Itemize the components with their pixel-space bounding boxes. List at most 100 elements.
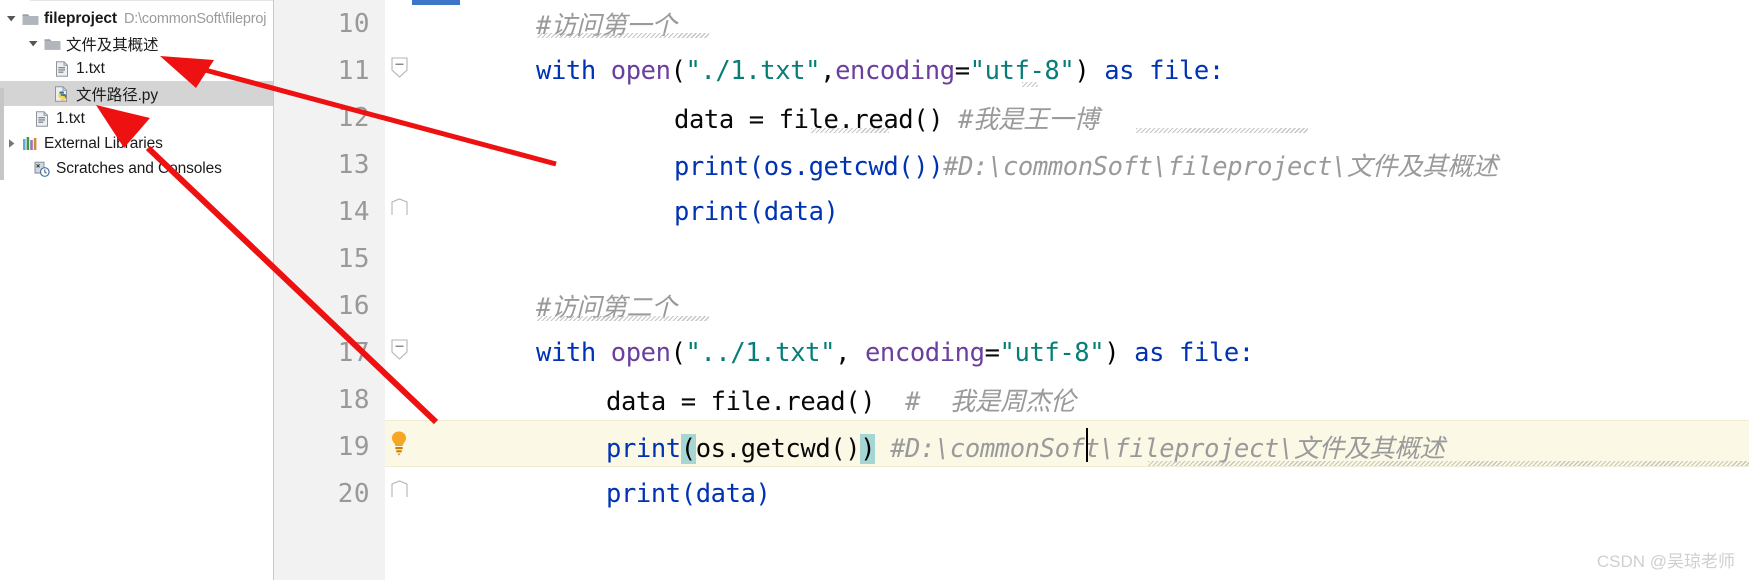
editor-line-17[interactable]: 17 with open("../1.txt", encoding="utf-8… xyxy=(274,329,1749,376)
line-number: 17 xyxy=(337,337,370,368)
ide-window: fileproject D:\commonSoft\fileproj 文件及其概… xyxy=(0,0,1749,580)
intention-bulb-icon[interactable] xyxy=(388,430,410,456)
fold-toggle-icon[interactable] xyxy=(391,339,408,360)
line-code: data = file.read() # 我是周杰伦 xyxy=(606,381,1076,418)
tree-item-fileproject[interactable]: fileproject D:\commonSoft\fileproj xyxy=(0,6,273,31)
tree-item-label: Scratches and Consoles xyxy=(56,159,222,177)
python-file-icon xyxy=(52,85,72,102)
chevron-down-icon[interactable] xyxy=(2,13,20,24)
inline-comment: #D:\commonSoft\fileproject\文件及其概述 xyxy=(943,152,1498,182)
line-number: 20 xyxy=(337,478,370,509)
weak-warning-squiggle xyxy=(537,33,709,38)
stmt-print: print xyxy=(606,434,681,464)
folder-icon xyxy=(20,12,40,26)
editor-line-18[interactable]: 18 data = file.read() # 我是周杰伦 xyxy=(274,376,1749,423)
paren-open: ( xyxy=(670,55,686,86)
paren-open: ( xyxy=(670,337,686,368)
weak-warning-squiggle xyxy=(1148,461,1749,466)
text-file-icon xyxy=(52,60,72,77)
line-number: 19 xyxy=(337,431,370,462)
fold-end-icon[interactable] xyxy=(391,480,408,501)
stmt-print: print(data) xyxy=(606,478,771,509)
stmt: data = file.read() xyxy=(606,387,876,417)
tree-item-label: 1.txt xyxy=(56,109,85,127)
tree-item-scratches[interactable]: Scratches and Consoles xyxy=(0,156,273,181)
str-path: "../1.txt" xyxy=(685,337,836,368)
line-code: print(data) xyxy=(606,478,771,509)
chevron-right-icon[interactable] xyxy=(2,138,20,149)
editor-line-20[interactable]: 20 print(data) xyxy=(274,470,1749,517)
fn-open: open xyxy=(610,55,671,86)
kw-as: as xyxy=(1134,337,1165,368)
line-number: 18 xyxy=(337,384,370,415)
chevron-down-icon[interactable] xyxy=(24,38,42,49)
tree-item-path: D:\commonSoft\fileproj xyxy=(123,10,267,27)
stmt-print: print(data) xyxy=(674,196,839,227)
stmt: data = file.read() xyxy=(674,105,944,135)
tree-scrollbar-thumb[interactable] xyxy=(0,88,4,180)
editor-line-15[interactable]: 15 xyxy=(274,235,1749,282)
tree-item-python-file[interactable]: 文件路径.py xyxy=(0,81,273,106)
fn-open: open xyxy=(610,337,671,368)
line-number: 15 xyxy=(337,243,370,274)
editor-line-11[interactable]: 11 with open("./1.txt",encoding="utf-8")… xyxy=(274,47,1749,94)
line-number: 10 xyxy=(337,8,370,39)
line-number: 11 xyxy=(337,55,370,86)
equals: = xyxy=(984,337,1000,368)
comma: , xyxy=(835,337,851,368)
line-number: 14 xyxy=(337,196,370,227)
line-code: print(os.getcwd())#D:\commonSoft\filepro… xyxy=(674,146,1498,183)
tree-item-1txt-outer[interactable]: 1.txt xyxy=(0,106,273,131)
editor-line-14[interactable]: 14 print(data) xyxy=(274,188,1749,235)
editor-line-12[interactable]: 12 data = file.read() #我是王一博 xyxy=(274,94,1749,141)
line-code: with open("./1.txt",encoding="utf-8") as… xyxy=(536,56,1224,86)
kw-with: with xyxy=(536,55,596,86)
str-path: "./1.txt" xyxy=(685,55,821,86)
var-file: file: xyxy=(1178,337,1254,368)
tree-item-label: External Libraries xyxy=(44,134,163,152)
inline-comment: #我是王一博 xyxy=(958,105,1099,135)
inline-comment: #D:\commonSoft\fileproject\文件及其概述 xyxy=(890,434,1445,464)
stmt-print: print(os.getcwd()) xyxy=(674,152,944,182)
equals: = xyxy=(954,55,970,86)
str-encoding: "utf-8" xyxy=(969,55,1075,86)
weak-warning-squiggle xyxy=(811,128,889,133)
tree-item-label: 1.txt xyxy=(76,59,105,77)
code-editor[interactable]: 10 #访问第一个 11 with open("./1.txt",encodin… xyxy=(274,0,1749,580)
call-inner: os.getcwd() xyxy=(695,434,861,464)
line-number: 16 xyxy=(337,290,370,321)
weak-warning-squiggle xyxy=(537,316,709,321)
folder-icon xyxy=(42,37,62,51)
panel-divider xyxy=(30,0,273,1)
text-file-icon xyxy=(32,110,52,127)
inline-comment: # 我是周杰伦 xyxy=(905,387,1076,417)
editor-line-13[interactable]: 13 print(os.getcwd())#D:\commonSoft\file… xyxy=(274,141,1749,188)
libraries-icon xyxy=(20,136,40,151)
kw-with: with xyxy=(536,337,596,368)
line-code: print(os.getcwd()) #D:\commonSoft\filepr… xyxy=(606,428,1445,465)
tree-item-1txt-inner[interactable]: 1.txt xyxy=(0,56,273,81)
tree-item-label: fileproject xyxy=(44,9,117,27)
project-tree-panel: fileproject D:\commonSoft\fileproj 文件及其概… xyxy=(0,0,274,580)
editor-line-16[interactable]: 16 #访问第二个 xyxy=(274,282,1749,329)
fold-toggle-icon[interactable] xyxy=(391,57,408,78)
text-caret xyxy=(1086,428,1088,462)
editor-line-10[interactable]: 10 #访问第一个 xyxy=(274,0,1749,47)
line-number: 13 xyxy=(337,149,370,180)
fold-end-icon[interactable] xyxy=(391,198,408,219)
comma: , xyxy=(820,55,836,86)
tree-item-folder-wenjian[interactable]: 文件及其概述 xyxy=(0,31,273,56)
matched-bracket-close: ) xyxy=(860,434,876,464)
tree-item-external-libraries[interactable]: External Libraries xyxy=(0,131,273,156)
matched-bracket-open: ( xyxy=(680,434,696,464)
line-number: 12 xyxy=(337,102,370,133)
weak-warning-squiggle xyxy=(1022,82,1038,87)
